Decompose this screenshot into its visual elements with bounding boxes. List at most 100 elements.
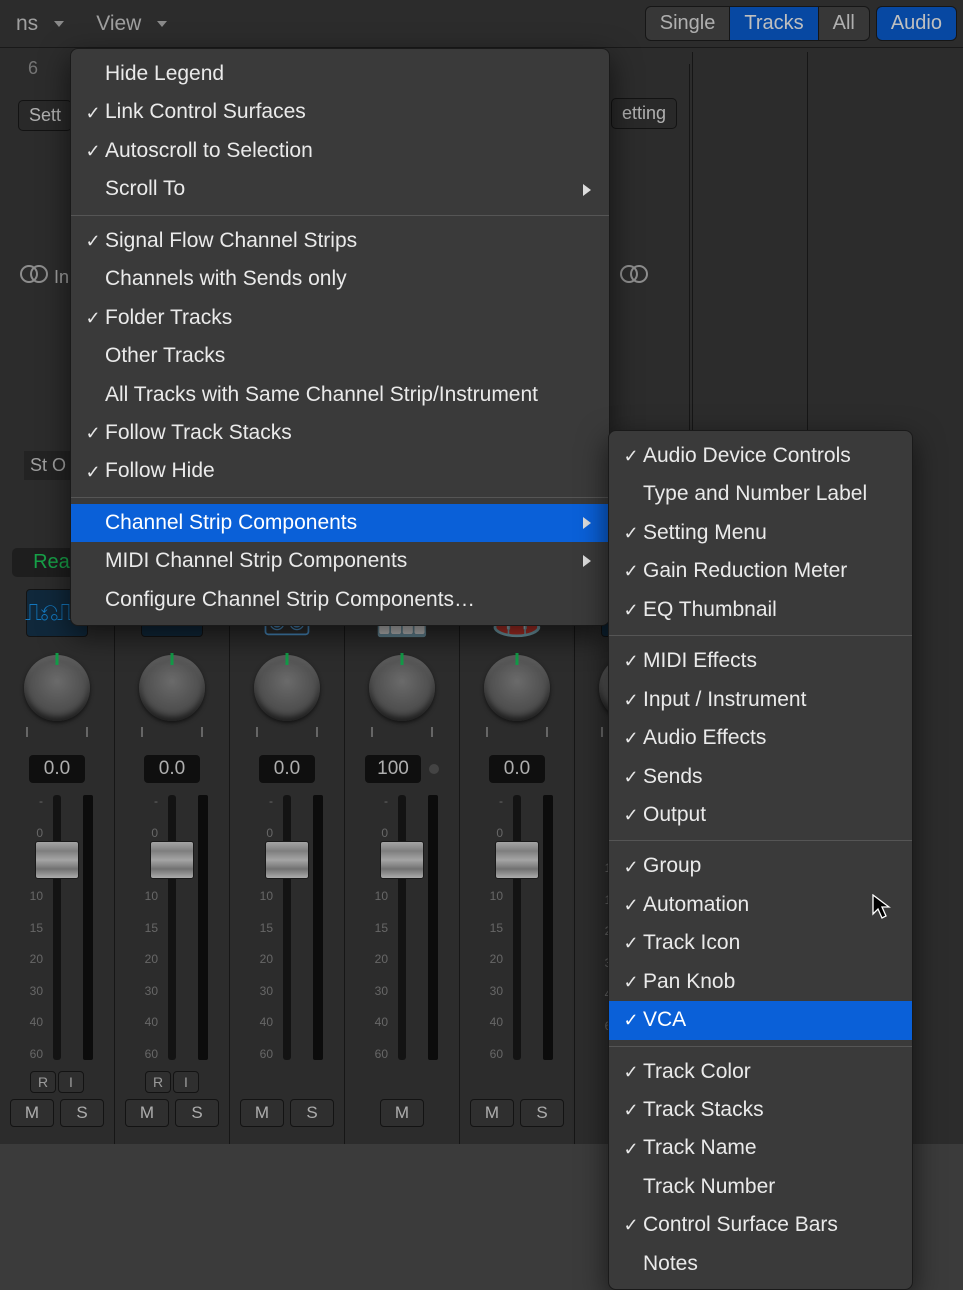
fader-track[interactable] <box>53 795 61 1060</box>
menu-item[interactable]: ✓Folder Tracks <box>71 299 609 337</box>
mute-button[interactable]: M <box>470 1099 514 1127</box>
menu-item-label: Link Control Surfaces <box>105 97 591 127</box>
filter-all[interactable]: All <box>819 6 870 41</box>
menu-item[interactable]: ✓Input / Instrument <box>609 681 912 719</box>
scale-tick: 10 <box>30 890 43 902</box>
scale-tick: 10 <box>375 890 388 902</box>
menu-item[interactable]: Type and Number Label <box>609 475 912 513</box>
solo-button[interactable]: S <box>290 1099 334 1127</box>
check-icon: ✓ <box>619 802 643 828</box>
mute-button[interactable]: M <box>240 1099 284 1127</box>
filter-single[interactable]: Single <box>645 6 731 41</box>
pan-knob[interactable] <box>254 655 320 721</box>
menu-item-label: Notes <box>643 1249 894 1279</box>
options-dropdown[interactable]: ns <box>6 8 74 40</box>
input-monitor-button[interactable]: I <box>173 1071 199 1093</box>
fader-handle[interactable] <box>35 841 79 879</box>
pan-knob[interactable] <box>24 655 90 721</box>
menu-item[interactable]: All Tracks with Same Channel Strip/Instr… <box>71 376 609 414</box>
scale-tick: 20 <box>260 953 273 965</box>
mute-button[interactable]: M <box>125 1099 169 1127</box>
menu-item[interactable]: ✓Autoscroll to Selection <box>71 132 609 170</box>
level-meter <box>543 795 553 1060</box>
scale-tick: 30 <box>260 985 273 997</box>
check-icon: ✓ <box>619 1059 643 1085</box>
menu-item-label: Type and Number Label <box>643 479 894 509</box>
menu-item[interactable]: ✓Output <box>609 796 912 834</box>
menu-item[interactable]: ✓Automation <box>609 886 912 924</box>
solo-button[interactable]: S <box>60 1099 104 1127</box>
level-value[interactable]: 100 <box>365 755 421 783</box>
menu-item-label: MIDI Channel Strip Components <box>105 546 567 576</box>
menu-item[interactable]: ✓Track Name <box>609 1129 912 1167</box>
pan-knob[interactable] <box>139 655 205 721</box>
menu-item[interactable]: ✓VCA <box>609 1001 912 1039</box>
filter-tracks[interactable]: Tracks <box>730 6 818 41</box>
input-monitor-button[interactable]: I <box>58 1071 84 1093</box>
mute-button[interactable]: M <box>10 1099 54 1127</box>
menu-item[interactable]: Other Tracks <box>71 337 609 375</box>
menu-item[interactable]: ✓Control Surface Bars <box>609 1206 912 1244</box>
menu-item[interactable]: ✓Follow Hide <box>71 452 609 490</box>
fader-track[interactable] <box>168 795 176 1060</box>
fader-handle[interactable] <box>265 841 309 879</box>
scale-tick: 0 <box>151 827 158 839</box>
menu-item[interactable]: ✓Track Icon <box>609 924 912 962</box>
menu-item[interactable]: ✓Gain Reduction Meter <box>609 552 912 590</box>
fader-handle[interactable] <box>380 841 424 879</box>
menu-item-label: Signal Flow Channel Strips <box>105 226 591 256</box>
menu-item[interactable]: ✓Link Control Surfaces <box>71 93 609 131</box>
menu-item[interactable]: Scroll To <box>71 170 609 208</box>
menu-item[interactable]: ✓Sends <box>609 758 912 796</box>
menu-item[interactable]: Configure Channel Strip Components… <box>71 581 609 619</box>
level-value[interactable]: 0.0 <box>29 755 85 783</box>
menu-item[interactable]: ✓Signal Flow Channel Strips <box>71 222 609 260</box>
menu-item[interactable]: Track Number <box>609 1168 912 1206</box>
menu-item[interactable]: ✓Track Stacks <box>609 1091 912 1129</box>
menu-separator <box>71 215 609 216</box>
view-dropdown[interactable]: View <box>86 8 177 40</box>
clip-indicator[interactable] <box>429 764 439 774</box>
solo-button[interactable]: S <box>520 1099 564 1127</box>
scale-tick: 10 <box>490 890 503 902</box>
mute-button[interactable]: M <box>380 1099 424 1127</box>
menu-item[interactable]: Hide Legend <box>71 55 609 93</box>
check-icon: ✓ <box>619 597 643 623</box>
menu-item[interactable]: MIDI Channel Strip Components <box>71 542 609 580</box>
menu-item[interactable]: Notes <box>609 1245 912 1283</box>
scale-tick: - <box>384 795 388 807</box>
menu-item[interactable]: Channel Strip Components <box>71 504 609 542</box>
channel-strip-components-submenu: ✓Audio Device Controls Type and Number La… <box>608 430 913 1290</box>
level-value[interactable]: 0.0 <box>259 755 315 783</box>
record-enable-button[interactable]: R <box>145 1071 171 1093</box>
menu-item[interactable]: Channels with Sends only <box>71 260 609 298</box>
menu-item[interactable]: ✓Setting Menu <box>609 514 912 552</box>
level-value[interactable]: 0.0 <box>144 755 200 783</box>
view-menu: Hide Legend✓Link Control Surfaces✓Autosc… <box>70 48 610 626</box>
menu-item[interactable]: ✓Track Color <box>609 1053 912 1091</box>
fader-handle[interactable] <box>495 841 539 879</box>
menu-item[interactable]: ✓Follow Track Stacks <box>71 414 609 452</box>
menu-item[interactable]: ✓MIDI Effects <box>609 642 912 680</box>
menu-item[interactable]: ✓Pan Knob <box>609 963 912 1001</box>
record-enable-button[interactable]: R <box>30 1071 56 1093</box>
solo-button[interactable]: S <box>175 1099 219 1127</box>
pan-knob[interactable] <box>369 655 435 721</box>
filter-audio[interactable]: Audio <box>876 6 957 41</box>
check-icon: ✓ <box>619 930 643 956</box>
fader-track[interactable] <box>513 795 521 1060</box>
check-icon: ✓ <box>81 138 105 164</box>
level-value[interactable]: 0.0 <box>489 755 545 783</box>
menu-separator <box>609 635 912 636</box>
fader-handle[interactable] <box>150 841 194 879</box>
menu-item[interactable]: ✓Audio Device Controls <box>609 437 912 475</box>
pan-knob[interactable] <box>484 655 550 721</box>
fader-track[interactable] <box>283 795 291 1060</box>
menu-item[interactable]: ✓EQ Thumbnail <box>609 591 912 629</box>
scale-tick: 15 <box>145 922 158 934</box>
menu-item[interactable]: ✓Group <box>609 847 912 885</box>
menu-item-label: MIDI Effects <box>643 646 894 676</box>
menu-item[interactable]: ✓Audio Effects <box>609 719 912 757</box>
menu-item-label: Other Tracks <box>105 341 591 371</box>
fader-track[interactable] <box>398 795 406 1060</box>
